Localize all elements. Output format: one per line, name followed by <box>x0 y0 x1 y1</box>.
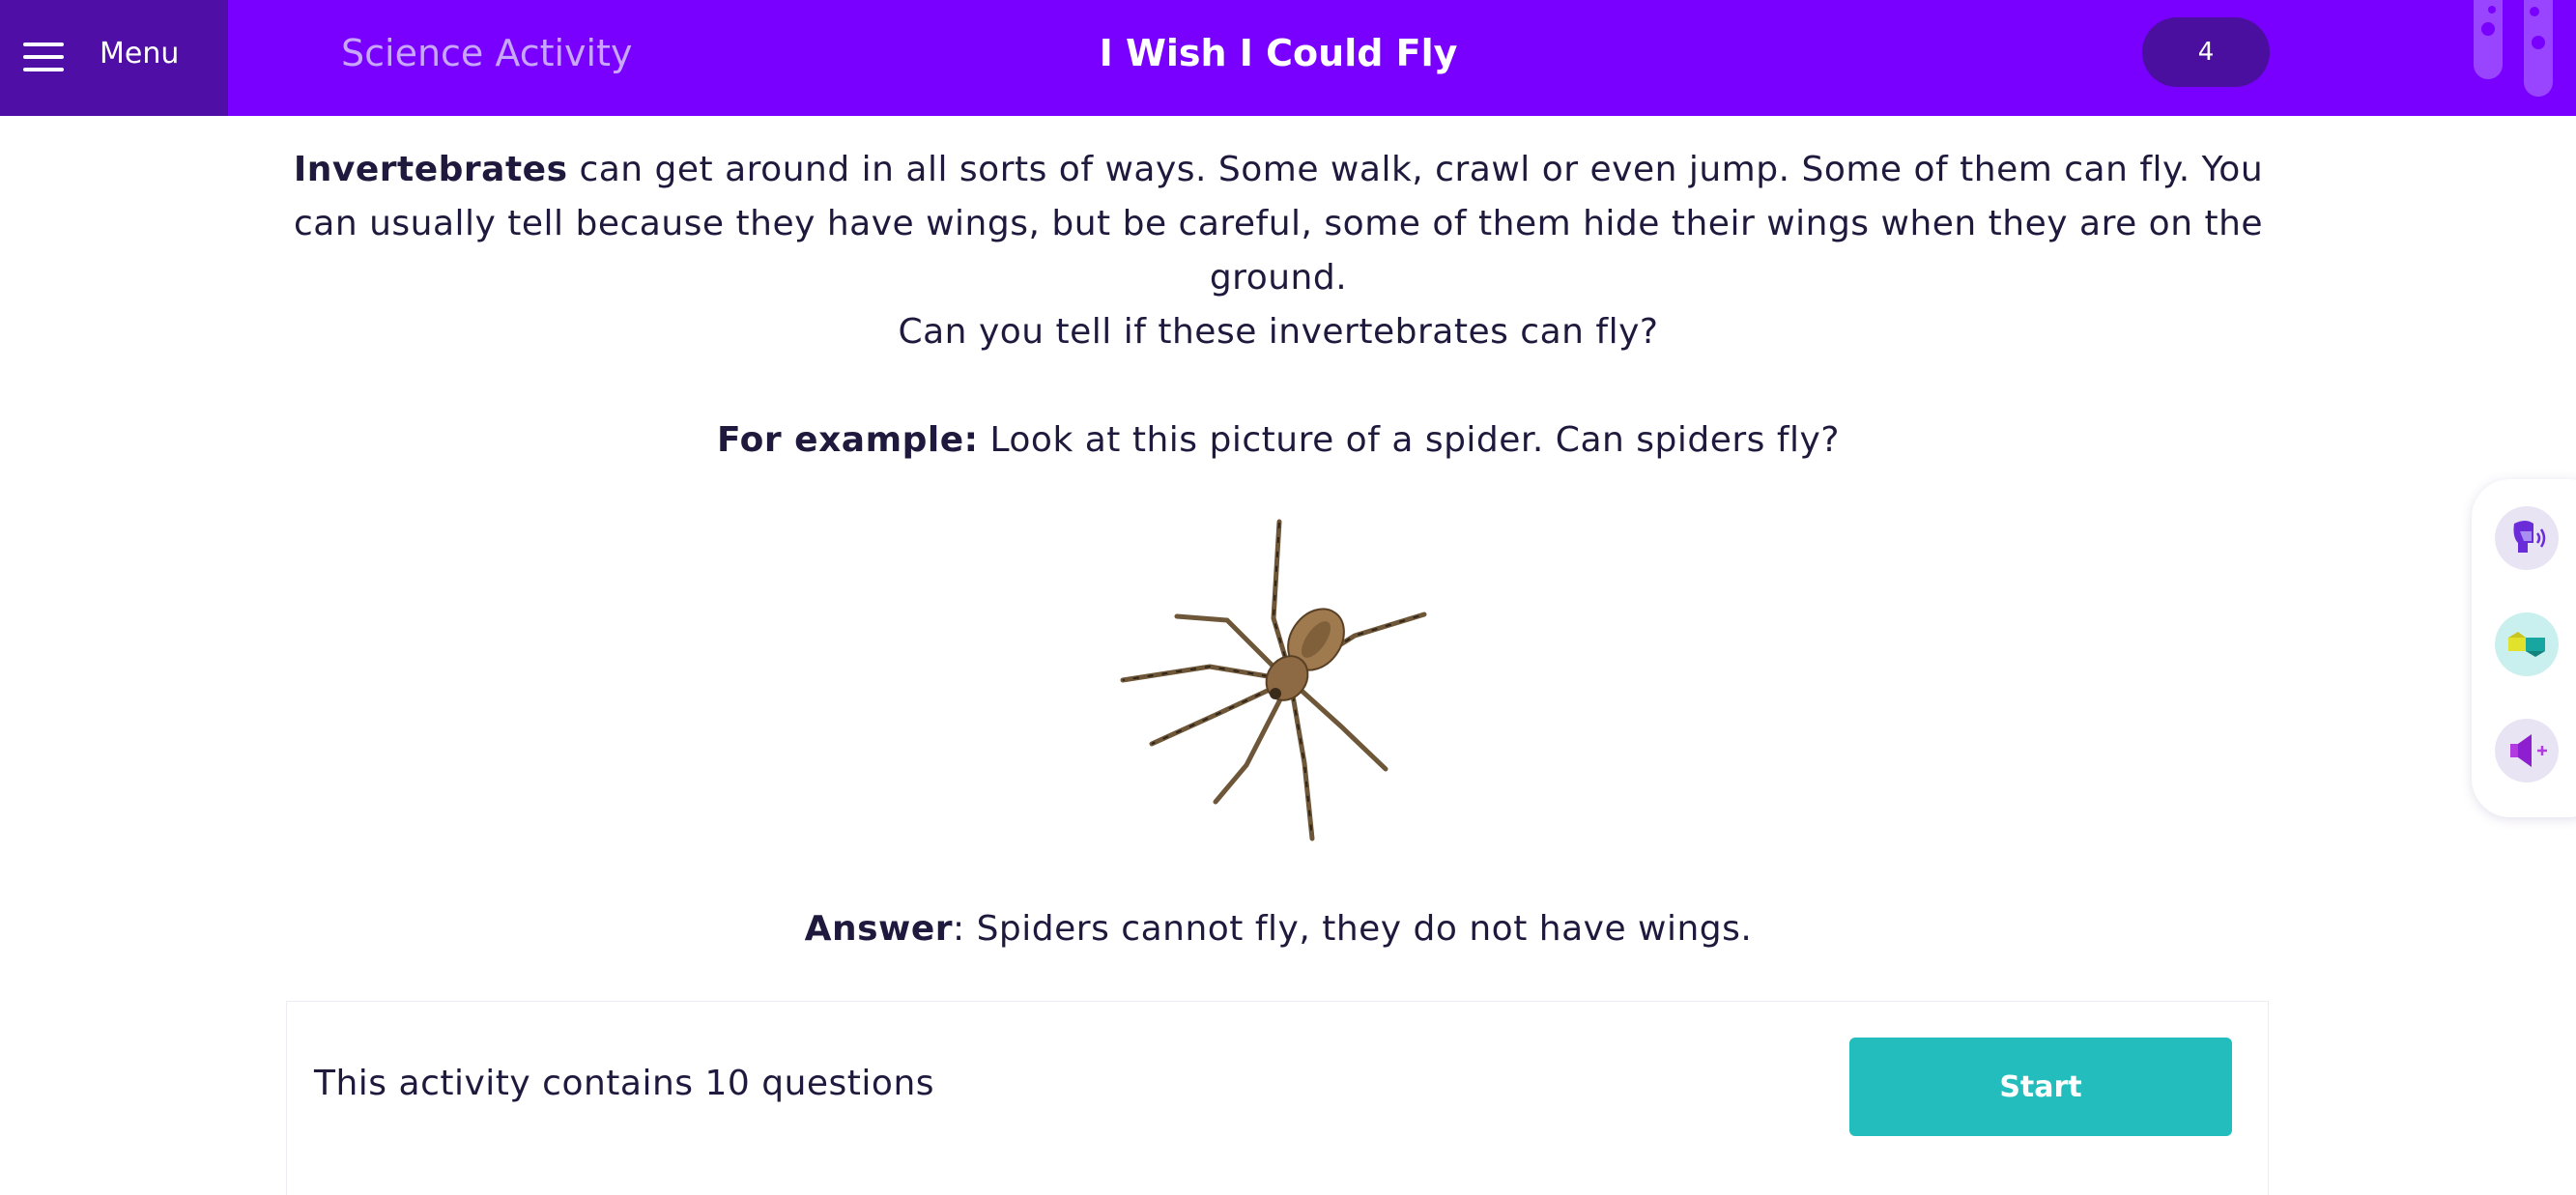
audio-icon[interactable] <box>2495 719 2559 782</box>
spider-image <box>1120 519 1427 841</box>
start-button[interactable]: Start <box>1849 1038 2232 1136</box>
answer-label: Answer <box>804 909 953 949</box>
intro-body: can get around in all sorts of ways. Som… <box>293 150 2264 298</box>
activity-info-card: This activity contains 10 questions Star… <box>286 1001 2269 1195</box>
top-bar: Menu Science Activity I Wish I Could Fly… <box>0 0 2576 116</box>
reader-icon[interactable] <box>2495 506 2559 570</box>
example-label: For example: <box>717 420 979 460</box>
translate-icon[interactable] <box>2495 612 2559 676</box>
intro-keyword: Invertebrates <box>293 150 568 189</box>
answer-body: : Spiders cannot fly, they do not have w… <box>953 909 1753 949</box>
test-tubes-icon <box>2474 0 2553 97</box>
accessibility-tools-panel <box>2472 479 2576 817</box>
example-body: Look at this picture of a spider. Can sp… <box>978 420 1840 460</box>
intro-paragraph: Invertebrates can get around in all sort… <box>290 143 2267 305</box>
intro-question: Can you tell if these invertebrates can … <box>898 312 1659 352</box>
answer-text: Answer: Spiders cannot fly, they do not … <box>290 902 2267 956</box>
count-badge: 4 <box>2142 17 2270 87</box>
example-text: For example: Look at this picture of a s… <box>290 413 2267 468</box>
activity-question-count: This activity contains 10 questions <box>314 1064 935 1103</box>
intro-text: Invertebrates can get around in all sort… <box>290 143 2267 359</box>
